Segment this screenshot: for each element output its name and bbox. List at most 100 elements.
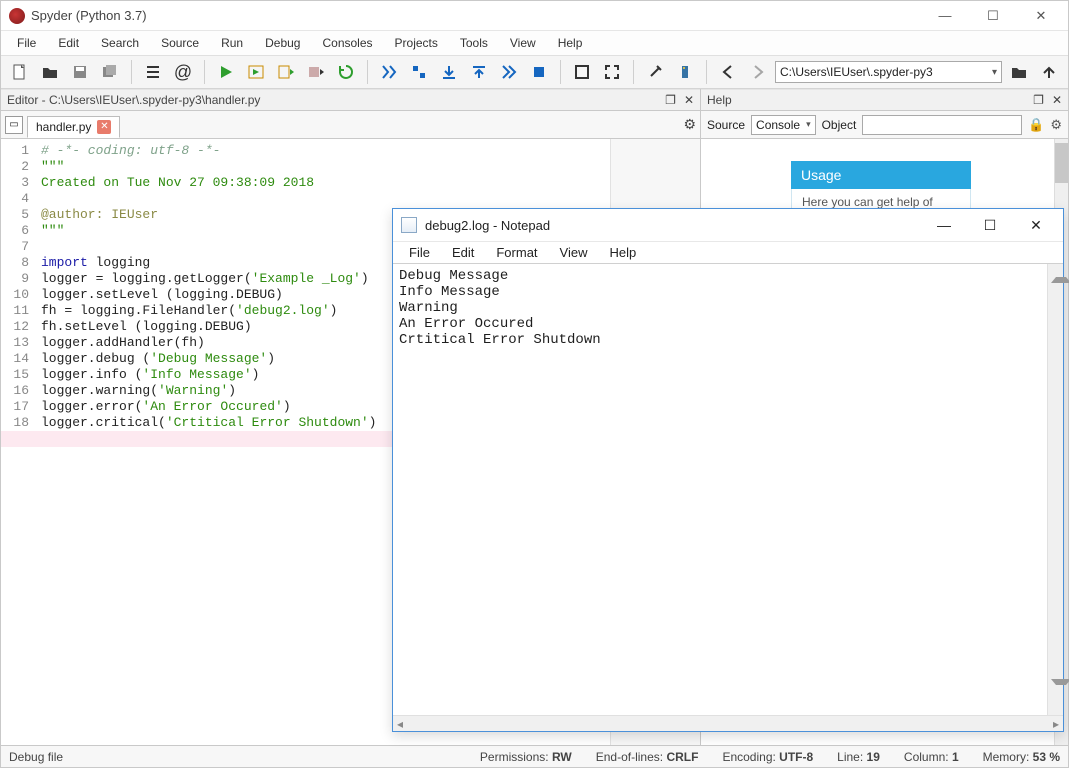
editor-tab-label: handler.py [36, 120, 91, 134]
code-line[interactable]: Created on Tue Nov 27 09:38:09 2018 [41, 175, 604, 191]
menu-projects[interactable]: Projects [385, 34, 448, 52]
document-list-button[interactable]: ▭ [5, 116, 23, 134]
debug-step-out-icon[interactable] [466, 59, 492, 85]
menu-edit[interactable]: Edit [48, 34, 89, 52]
gutter-line-number: 16 [5, 383, 29, 399]
run-cell-advance-icon[interactable] [273, 59, 299, 85]
spyder-titlebar: Spyder (Python 3.7) — ☐ ✕ [1, 1, 1068, 31]
run-cell-icon[interactable] [243, 59, 269, 85]
open-file-icon[interactable] [37, 59, 63, 85]
gutter-line-number: 13 [5, 335, 29, 351]
gutter-line-number: 9 [5, 271, 29, 287]
browse-dir-icon[interactable] [1006, 59, 1032, 85]
code-line[interactable]: """ [41, 159, 604, 175]
debug-run-icon[interactable] [376, 59, 402, 85]
notepad-close-button[interactable]: ✕ [1013, 210, 1059, 240]
help-options-icon[interactable]: ⚙ [1050, 117, 1062, 133]
save-all-icon[interactable] [97, 59, 123, 85]
working-directory-dropdown[interactable]: C:\Users\IEUser\.spyder-py3 ▾ [775, 61, 1002, 83]
editor-pane-title: Editor - C:\Users\IEUser\.spyder-py3\han… [7, 93, 260, 107]
run-selection-icon[interactable] [303, 59, 329, 85]
spyder-menubar: FileEditSearchSourceRunDebugConsolesProj… [1, 31, 1068, 55]
debug-step-into-icon[interactable] [436, 59, 462, 85]
code-line[interactable] [41, 191, 604, 207]
spyder-minimize-button[interactable]: — [922, 2, 968, 30]
debug-continue-icon[interactable] [496, 59, 522, 85]
gutter-line-number: 15 [5, 367, 29, 383]
code-line[interactable]: # -*- coding: utf-8 -*- [41, 143, 604, 159]
editor-options-icon[interactable]: ⚙ [683, 116, 696, 133]
menu-search[interactable]: Search [91, 34, 149, 52]
gutter-line-number: 1 [5, 143, 29, 159]
editor-tab-handler-py[interactable]: handler.py ✕ [27, 116, 120, 138]
notepad-horizontal-scrollbar[interactable]: ◂▸ [393, 715, 1063, 731]
gutter-line-number: 10 [5, 287, 29, 303]
tab-close-icon[interactable]: ✕ [97, 120, 111, 134]
at-icon[interactable]: @ [170, 59, 196, 85]
menu-source[interactable]: Source [151, 34, 209, 52]
help-source-dropdown[interactable]: Console ▾ [751, 115, 816, 135]
rerun-icon[interactable] [333, 59, 359, 85]
status-memory: Memory: 53 % [983, 750, 1060, 764]
notepad-maximize-button[interactable]: ☐ [967, 210, 1013, 240]
toolbar-separator [633, 60, 634, 84]
parent-dir-icon[interactable] [1036, 59, 1062, 85]
gutter-line-number: 14 [5, 351, 29, 367]
editor-close-icon[interactable]: ✕ [684, 93, 694, 107]
debug-step-icon[interactable] [406, 59, 432, 85]
lock-icon[interactable]: 🔒 [1028, 117, 1044, 133]
help-source-label: Source [707, 118, 745, 132]
menu-consoles[interactable]: Consoles [312, 34, 382, 52]
help-pane-header: Help ❐ ✕ [701, 89, 1068, 111]
editor-tabbar: ▭ handler.py ✕ ⚙ [1, 111, 700, 139]
preferences-icon[interactable] [642, 59, 668, 85]
notepad-menu-file[interactable]: File [399, 244, 440, 261]
gutter-line-number: 17 [5, 399, 29, 415]
help-object-input[interactable] [862, 115, 1022, 135]
gutter-line-number: 2 [5, 159, 29, 175]
maximize-pane-icon[interactable] [569, 59, 595, 85]
python-path-icon[interactable] [672, 59, 698, 85]
toolbar-separator [706, 60, 707, 84]
notepad-menu-edit[interactable]: Edit [442, 244, 484, 261]
nav-forward-icon[interactable] [745, 59, 771, 85]
menu-debug[interactable]: Debug [255, 34, 310, 52]
notepad-menu-view[interactable]: View [550, 244, 598, 261]
spyder-close-button[interactable]: ✕ [1018, 2, 1064, 30]
help-toolbar: Source Console ▾ Object 🔒 ⚙ [701, 111, 1068, 139]
menu-help[interactable]: Help [548, 34, 593, 52]
scrollbar-thumb[interactable] [1055, 143, 1068, 183]
help-usage-header: Usage [791, 161, 971, 189]
run-icon[interactable] [213, 59, 239, 85]
gutter-line-number: 5 [5, 207, 29, 223]
menu-tools[interactable]: Tools [450, 34, 498, 52]
list-icon[interactable] [140, 59, 166, 85]
toolbar-separator [560, 60, 561, 84]
gutter-line-number: 3 [5, 175, 29, 191]
help-close-icon[interactable]: ✕ [1052, 93, 1062, 107]
fullscreen-icon[interactable] [599, 59, 625, 85]
gutter-line-number: 18 [5, 415, 29, 431]
status-bar: Debug file Permissions: RW End-of-lines:… [1, 745, 1068, 767]
notepad-vertical-scrollbar[interactable] [1047, 264, 1063, 715]
notepad-menu-format[interactable]: Format [486, 244, 547, 261]
debug-stop-icon[interactable] [526, 59, 552, 85]
help-undock-icon[interactable]: ❐ [1033, 93, 1044, 107]
editor-pane-header: Editor - C:\Users\IEUser\.spyder-py3\han… [1, 89, 700, 111]
notepad-titlebar[interactable]: debug2.log - Notepad — ☐ ✕ [393, 209, 1063, 241]
spyder-title-text: Spyder (Python 3.7) [31, 8, 147, 23]
gutter-line-number: 7 [5, 239, 29, 255]
menu-view[interactable]: View [500, 34, 546, 52]
save-file-icon[interactable] [67, 59, 93, 85]
spyder-maximize-button[interactable]: ☐ [970, 2, 1016, 30]
nav-back-icon[interactable] [715, 59, 741, 85]
notepad-minimize-button[interactable]: — [921, 210, 967, 240]
new-file-icon[interactable] [7, 59, 33, 85]
notepad-window: debug2.log - Notepad — ☐ ✕ FileEditForma… [392, 208, 1064, 732]
editor-undock-icon[interactable]: ❐ [665, 93, 676, 107]
notepad-menu-help[interactable]: Help [599, 244, 646, 261]
menu-file[interactable]: File [7, 34, 46, 52]
menu-run[interactable]: Run [211, 34, 253, 52]
notepad-text-area[interactable]: Debug Message Info Message Warning An Er… [393, 264, 1047, 715]
toolbar-separator [367, 60, 368, 84]
